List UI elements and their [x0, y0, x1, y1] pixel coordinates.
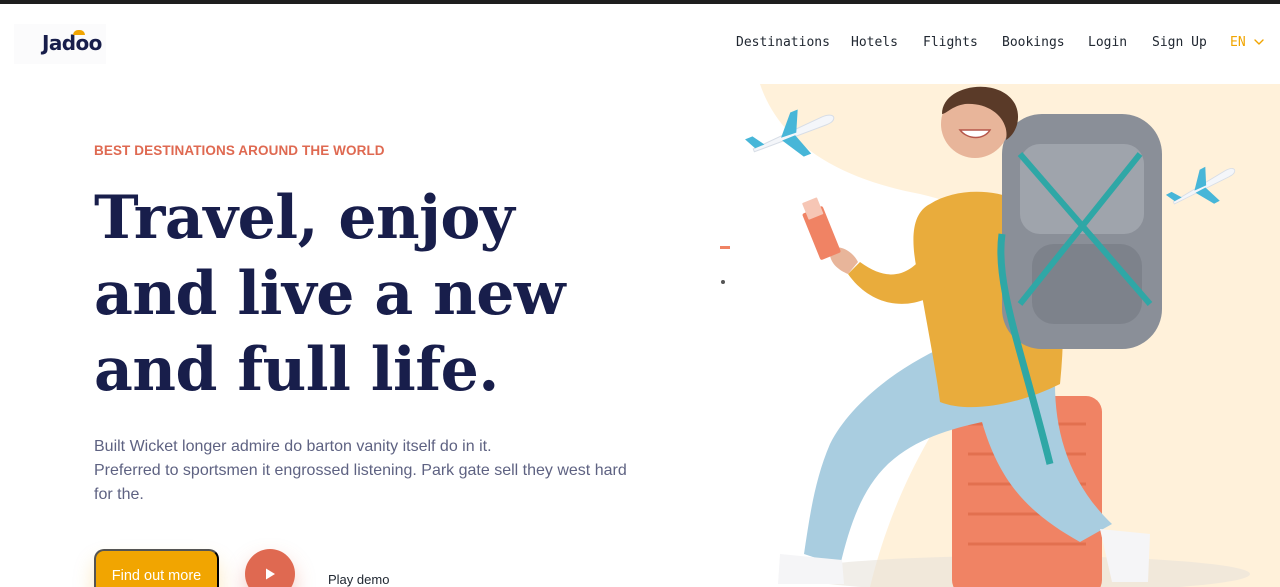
headline-line: and full life. [94, 335, 499, 405]
play-demo-button[interactable] [245, 549, 295, 587]
nav-flights[interactable]: Flights [923, 35, 978, 50]
language-selector[interactable]: EN [1230, 35, 1264, 50]
nav-login[interactable]: Login [1088, 35, 1127, 50]
headline-line: and live a new [94, 259, 566, 329]
hero-headline: Travel, enjoy and live a new and full li… [94, 180, 654, 408]
language-label: EN [1230, 35, 1246, 50]
chevron-down-icon [1253, 39, 1264, 45]
decor-dot [721, 280, 725, 284]
hero-eyebrow: BEST DESTINATIONS AROUND THE WORLD [94, 143, 385, 158]
hero-description: Built Wicket longer admire do barton van… [94, 435, 634, 507]
play-icon [266, 568, 275, 580]
hero-image [720, 84, 1280, 587]
nav-signup[interactable]: Sign Up [1152, 35, 1207, 50]
logo-arc-icon [73, 30, 85, 35]
nav-hotels[interactable]: Hotels [851, 35, 898, 50]
window-top-border [0, 0, 1280, 4]
nav-bookings[interactable]: Bookings [1002, 35, 1065, 50]
headline-line: Travel, enjoy [94, 183, 515, 253]
description-line: Preferred to sportsmen it engrossed list… [94, 462, 627, 479]
logo[interactable]: Jadoo [42, 31, 102, 55]
description-line: Built Wicket longer admire do barton van… [94, 438, 492, 455]
play-demo-label[interactable]: Play demo [328, 572, 389, 587]
description-line: for the. [94, 486, 144, 503]
nav-destinations[interactable]: Destinations [736, 35, 830, 50]
passport-icon [802, 197, 841, 260]
decor-dash [720, 246, 730, 249]
find-out-more-button[interactable]: Find out more [94, 549, 219, 587]
